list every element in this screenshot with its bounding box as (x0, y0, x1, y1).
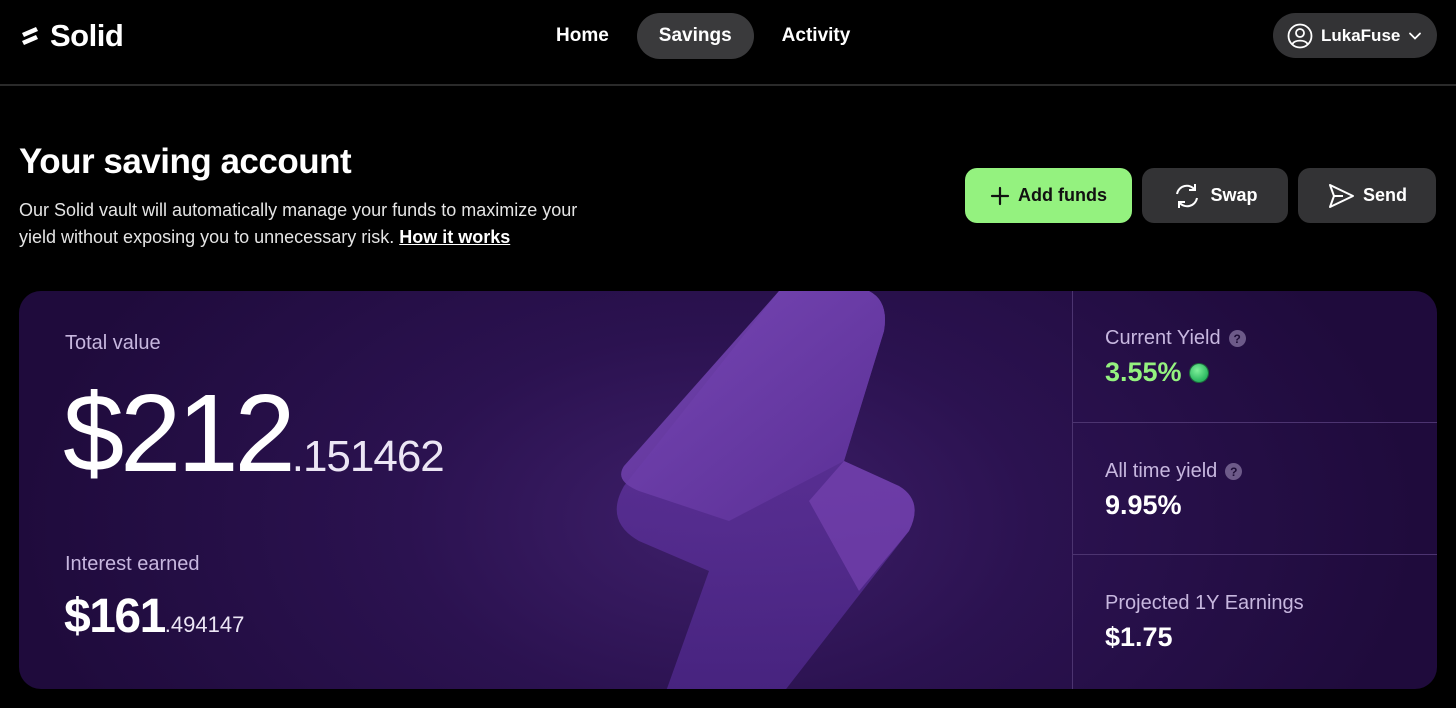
total-value-label: Total value (65, 332, 161, 354)
add-funds-button[interactable]: Add funds (965, 168, 1132, 223)
current-yield-stat: Current Yield ? 3.55% (1073, 291, 1437, 423)
page-title: Your saving account (19, 142, 352, 181)
all-time-yield-label: All time yield ? (1105, 460, 1243, 483)
swap-button[interactable]: Swap (1142, 168, 1288, 223)
app-logo[interactable]: Solid (18, 18, 124, 54)
main-nav: Home Savings Activity (534, 13, 872, 59)
swap-label: Swap (1210, 185, 1258, 205)
help-icon[interactable]: ? (1225, 463, 1243, 480)
total-value-decimals: .151462 (291, 432, 445, 481)
all-time-yield-label-text: All time yield (1105, 460, 1218, 482)
help-icon[interactable]: ? (1228, 330, 1246, 347)
interest-decimals: .494147 (164, 612, 245, 637)
nav-home[interactable]: Home (534, 13, 631, 59)
user-avatar-icon (1287, 23, 1313, 48)
nav-savings[interactable]: Savings (636, 13, 754, 59)
add-funds-label: Add funds (1018, 185, 1107, 205)
action-buttons: Add funds Swap Send (965, 168, 1436, 223)
interest-int: $161 (64, 590, 166, 643)
user-menu-button[interactable]: LukaFuse (1273, 13, 1437, 58)
user-name: LukaFuse (1321, 25, 1401, 45)
page-description: Our Solid vault will automatically manag… (19, 197, 589, 251)
total-value: $212 .151462 (63, 372, 445, 495)
all-time-yield-value: 9.95% (1105, 490, 1182, 520)
current-yield-label: Current Yield ? (1105, 327, 1246, 350)
projected-earnings-label: Projected 1Y Earnings (1105, 592, 1304, 614)
send-label: Send (1362, 185, 1407, 205)
swap-icon (1176, 183, 1199, 208)
send-icon (1328, 183, 1354, 208)
savings-card: Total value $212 .151462 Interest earned… (19, 291, 1437, 689)
how-it-works-link[interactable]: How it works (399, 227, 510, 247)
status-dot-icon (1189, 363, 1208, 382)
current-yield-value-text: 3.55% (1105, 357, 1182, 387)
current-yield-value: 3.55% (1105, 357, 1208, 388)
projected-earnings-value: $1.75 (1105, 622, 1173, 652)
top-header: Solid Home Savings Activity LukaFuse (0, 0, 1456, 86)
lightning-bolt-icon (616, 291, 915, 689)
interest-earned-label: Interest earned (65, 553, 200, 575)
solid-logo-icon (22, 27, 38, 45)
total-value-int: $212 (63, 372, 296, 495)
yield-stats: Current Yield ? 3.55% All time yield ? 9… (1072, 291, 1437, 689)
chevron-down-icon (1409, 32, 1422, 40)
plus-icon (990, 186, 1010, 205)
app-name: Solid (50, 18, 124, 53)
send-button[interactable]: Send (1298, 168, 1436, 223)
projected-earnings-stat: Projected 1Y Earnings $1.75 (1073, 555, 1437, 687)
interest-earned-value: $161 .494147 (64, 593, 244, 641)
current-yield-label-text: Current Yield (1105, 327, 1221, 349)
nav-activity[interactable]: Activity (760, 13, 873, 59)
all-time-yield-stat: All time yield ? 9.95% (1073, 423, 1437, 555)
